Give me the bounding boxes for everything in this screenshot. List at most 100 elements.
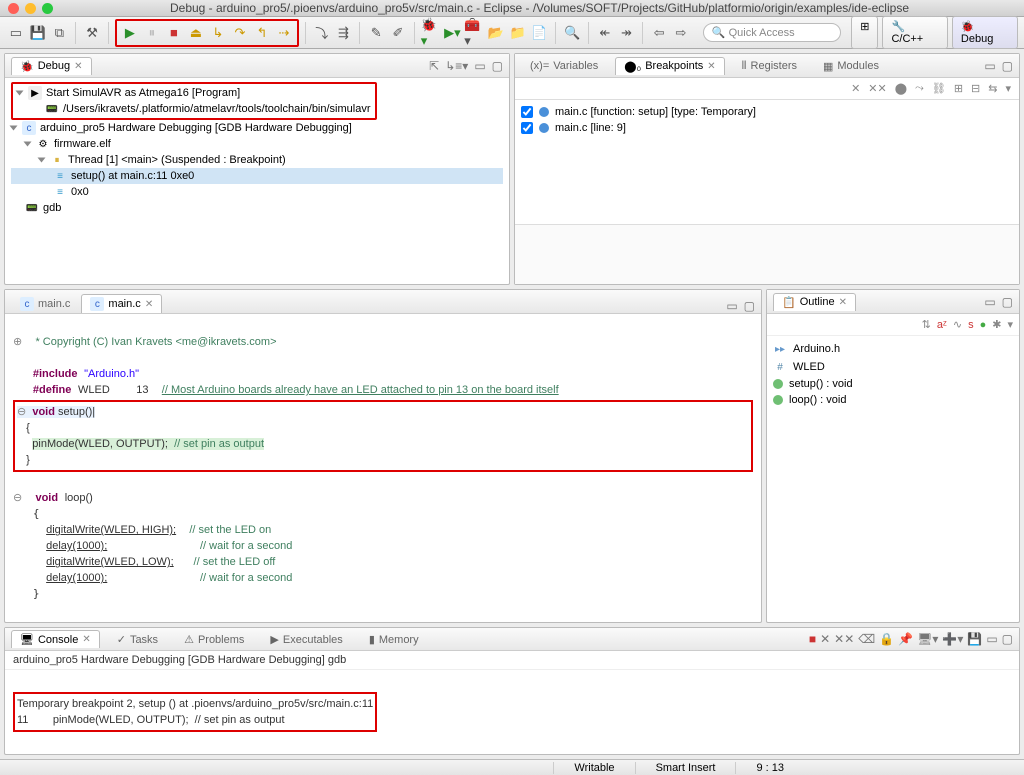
link-icon[interactable]: ⛓	[932, 82, 946, 95]
variables-tab[interactable]: (x)= Variables	[521, 57, 607, 74]
close-icon[interactable]: ✕	[82, 634, 90, 645]
twisty-icon[interactable]	[24, 142, 32, 147]
debug-tab[interactable]: 🐞 Debug ✕	[11, 57, 92, 75]
hide-fields-icon[interactable]: ∿	[953, 318, 962, 331]
close-window-button[interactable]	[8, 3, 19, 14]
sort-icon[interactable]: ⇅	[922, 318, 931, 331]
scroll-lock-icon[interactable]: 🔒	[879, 632, 894, 646]
new-cproject-icon[interactable]: 📄	[529, 23, 549, 43]
breakpoint-row[interactable]: main.c [function: setup] [type: Temporar…	[521, 104, 1013, 120]
run-menu-icon[interactable]: ▶▾	[443, 23, 463, 43]
hide-nonpublic-icon[interactable]: ●	[980, 319, 987, 331]
save-console-icon[interactable]: 💾	[967, 632, 982, 646]
program-path-row[interactable]: 📟/Users/ikravets/.platformio/atmelavr/to…	[17, 101, 371, 117]
step-return-icon[interactable]: ↰	[252, 23, 272, 43]
remove-all-launch-icon[interactable]: ✕✕	[834, 632, 854, 646]
twisty-icon[interactable]	[38, 158, 46, 163]
console-tab[interactable]: 🖥 Console ✕	[11, 630, 100, 648]
hw-debug-row[interactable]: carduino_pro5 Hardware Debugging [GDB Ha…	[11, 120, 503, 136]
minimize-icon[interactable]: ▭	[726, 299, 737, 313]
next-annotation-icon[interactable]: ↠	[617, 23, 637, 43]
view-menu-icon[interactable]: ↳≡▾	[445, 59, 468, 73]
link-editor-icon[interactable]: ⇆	[988, 82, 997, 95]
collapse-icon[interactable]: ⊟	[971, 82, 980, 95]
save-icon[interactable]: 💾	[28, 23, 48, 43]
editor-body[interactable]: ⊕ * Copyright (C) Ivan Kravets <me@ikrav…	[5, 314, 761, 622]
external-tools-icon[interactable]: 🧰▾	[464, 23, 484, 43]
suspend-icon[interactable]: ⏸	[142, 23, 162, 43]
memory-tab[interactable]: ▮ Memory	[360, 630, 428, 648]
new-icon[interactable]: ▭	[6, 23, 26, 43]
bp-checkbox[interactable]	[521, 106, 533, 118]
quick-access-input[interactable]: 🔍 Quick Access	[703, 23, 841, 42]
thread-row[interactable]: ⏸Thread [1] <main> (Suspended : Breakpoi…	[11, 152, 503, 168]
frame0-row[interactable]: ≡setup() at main.c:11 0xe0	[11, 168, 503, 184]
cpp-perspective-button[interactable]: 🔧 C/C++	[882, 16, 947, 49]
wand-icon[interactable]: ✎	[366, 23, 386, 43]
group-icon[interactable]: ✱	[992, 318, 1001, 331]
maximize-icon[interactable]: ▢	[1002, 632, 1013, 646]
search-icon[interactable]: 🔍	[562, 23, 582, 43]
executables-tab[interactable]: ▶ Executables	[261, 630, 351, 648]
step-filters-icon[interactable]: ⇶	[334, 23, 354, 43]
minimize-window-button[interactable]	[25, 3, 36, 14]
display-console-icon[interactable]: 🖥▾	[917, 632, 938, 646]
close-icon[interactable]: ✕	[839, 297, 847, 308]
debug-menu-icon[interactable]: 🐞▾	[421, 23, 441, 43]
console-output[interactable]: Temporary breakpoint 2, setup () at .pio…	[5, 670, 1019, 754]
step-over-icon[interactable]: ↷	[230, 23, 250, 43]
terminate-console-icon[interactable]: ■	[809, 632, 816, 646]
pin-console-icon[interactable]: 📌	[898, 632, 913, 646]
tasks-tab[interactable]: ✓ Tasks	[108, 630, 167, 648]
prev-annotation-icon[interactable]: ↞	[595, 23, 615, 43]
hide-static-icon[interactable]: s	[968, 319, 974, 331]
editor-tab-main1[interactable]: c main.c	[11, 294, 79, 313]
step-into-icon[interactable]: ↳	[208, 23, 228, 43]
view-menu-icon[interactable]: ▾	[1007, 318, 1013, 331]
breakpoint-row[interactable]: main.c [line: 9]	[521, 120, 1013, 136]
open-folder-icon[interactable]: 📂	[486, 23, 506, 43]
outline-item[interactable]: ▸▸Arduino.h	[773, 340, 1013, 358]
close-icon[interactable]: ✕	[74, 61, 82, 72]
remove-all-bp-icon[interactable]: ✕✕	[868, 82, 886, 95]
view-menu-icon[interactable]: ▾	[1005, 82, 1011, 95]
gdb-row[interactable]: 📟gdb	[11, 200, 503, 216]
outline-tab[interactable]: 📋 Outline ✕	[773, 293, 856, 311]
open-perspective-button[interactable]: ⊞	[851, 16, 878, 49]
drop-to-frame-icon[interactable]: ⤵	[312, 23, 332, 43]
collapse-icon[interactable]: ⇱	[429, 59, 439, 73]
modules-tab[interactable]: ▦ Modules	[814, 57, 888, 75]
frame1-row[interactable]: ≡0x0	[11, 184, 503, 200]
highlight-icon[interactable]: ✐	[388, 23, 408, 43]
minimize-icon[interactable]: ▭	[986, 632, 997, 646]
maximize-icon[interactable]: ▢	[1002, 59, 1013, 73]
remove-bp-icon[interactable]: ✕	[851, 82, 860, 95]
outline-item[interactable]: #WLED	[773, 358, 1013, 376]
minimize-icon[interactable]: ▭	[474, 59, 485, 73]
disconnect-icon[interactable]: ⏏	[186, 23, 206, 43]
clear-console-icon[interactable]: ⌫	[858, 632, 875, 646]
goto-bp-icon[interactable]: ⬤	[895, 82, 907, 95]
problems-tab[interactable]: ⚠ Problems	[175, 630, 253, 648]
maximize-icon[interactable]: ▢	[1002, 295, 1013, 309]
breakpoints-tab[interactable]: ⬤₀ Breakpoints ✕	[615, 57, 724, 75]
close-icon[interactable]: ✕	[707, 61, 715, 72]
save-all-icon[interactable]: ⧉	[49, 23, 69, 43]
editor-tab-main2[interactable]: c main.c ✕	[81, 294, 162, 313]
instruction-step-icon[interactable]: ⇢	[274, 23, 294, 43]
zoom-window-button[interactable]	[42, 3, 53, 14]
remove-launch-icon[interactable]: ✕	[820, 632, 830, 646]
debug-perspective-button[interactable]: 🐞 Debug	[952, 16, 1018, 49]
outline-item[interactable]: loop() : void	[773, 392, 1013, 408]
registers-tab[interactable]: ⦀ Registers	[733, 57, 806, 75]
close-icon[interactable]: ✕	[145, 299, 153, 310]
maximize-icon[interactable]: ▢	[744, 299, 755, 313]
minimize-icon[interactable]: ▭	[984, 59, 995, 73]
back-icon[interactable]: ⇦	[649, 23, 669, 43]
az-icon[interactable]: aᶻ	[937, 319, 947, 331]
minimize-icon[interactable]: ▭	[984, 295, 995, 309]
maximize-icon[interactable]: ▢	[492, 59, 503, 73]
twisty-icon[interactable]	[16, 91, 24, 96]
open-console-icon[interactable]: ➕▾	[942, 632, 963, 646]
firmware-row[interactable]: ⚙firmware.elf	[11, 136, 503, 152]
